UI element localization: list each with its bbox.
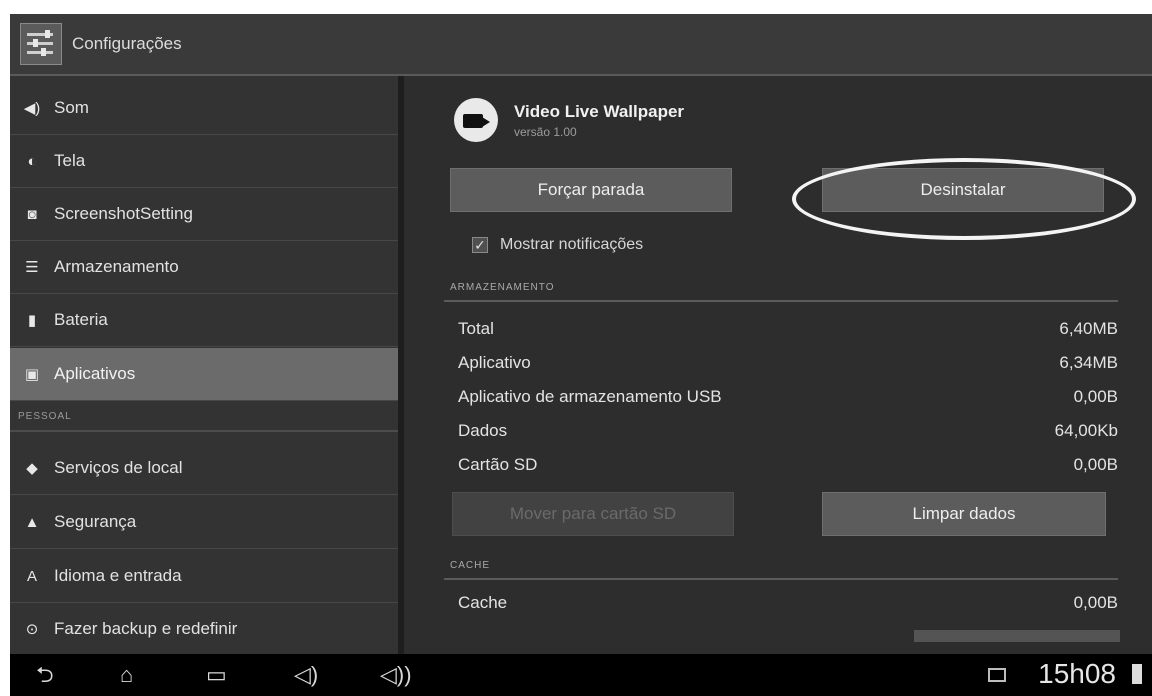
sidebar-item-idioma[interactable]: A Idioma e entrada (10, 550, 398, 603)
storage-row-usb: Aplicativo de armazenamento USB 0,00B (458, 380, 1118, 414)
location-icon: ◆ (26, 460, 38, 477)
speaker-icon: ◀) (23, 100, 41, 117)
sidebar-item-label: Idioma e entrada (54, 566, 182, 585)
force-stop-button[interactable]: Forçar parada (450, 168, 732, 212)
notifications-checkbox[interactable]: ✓ (472, 237, 488, 253)
lock-icon: ▲ (24, 513, 40, 531)
row-label: Aplicativo de armazenamento USB (458, 387, 722, 406)
settings-window: Configurações ◀) Som ◐ Tela ◙ Screenshot… (10, 14, 1152, 696)
sidebar-item-aplicativos[interactable]: ▣ Aplicativos (10, 348, 398, 401)
sidebar-item-label: Armazenamento (54, 257, 179, 276)
recent-apps-icon[interactable]: ▭ (206, 662, 227, 688)
sidebar-item-label: Bateria (54, 310, 108, 329)
storage-icon: ☰ (25, 259, 39, 276)
battery-icon: ▮ (27, 312, 37, 329)
row-label: Dados (458, 421, 508, 440)
sidebar-item-label: Tela (54, 151, 86, 170)
app-info-pane: Video Live Wallpaper versão 1.00 Forçar … (404, 76, 1152, 654)
sidebar-item-seguranca[interactable]: ▲ Segurança (10, 496, 398, 549)
brightness-icon: ◐ (27, 152, 37, 170)
row-label: Aplicativo (458, 353, 531, 372)
row-value: 6,40MB (1059, 319, 1118, 338)
volume-up-icon[interactable]: ◁)) (380, 662, 412, 688)
sidebar-item-armazenamento[interactable]: ☰ Armazenamento (10, 241, 398, 294)
show-notifications-row[interactable]: ✓ Mostrar notificações (472, 236, 643, 254)
sidebar-item-servicos-local[interactable]: ◆ Serviços de local (10, 442, 398, 495)
action-bar: Configurações (10, 14, 1152, 76)
status-clock: 15h08 (1038, 658, 1116, 689)
gallery-icon (988, 668, 1006, 682)
cache-row: Cache 0,00B (458, 586, 1118, 620)
move-to-sd-button[interactable]: Mover para cartão SD (452, 492, 734, 536)
row-label: Total (458, 319, 494, 338)
cache-divider (444, 578, 1118, 580)
sidebar-item-label: Som (54, 98, 89, 117)
apps-icon: ▣ (24, 366, 40, 383)
app-name: Video Live Wallpaper (514, 101, 685, 121)
sidebar-item-label: Fazer backup e redefinir (54, 619, 238, 638)
sidebar-item-label: ScreenshotSetting (54, 204, 193, 223)
settings-sidebar: ◀) Som ◐ Tela ◙ ScreenshotSetting ☰ Arma… (10, 76, 404, 656)
home-icon[interactable]: ⌂ (120, 662, 133, 688)
sidebar-item-label: Serviços de local (54, 458, 183, 477)
cache-section-label: CACHE (450, 560, 491, 571)
settings-icon[interactable] (20, 23, 62, 65)
clear-cache-button[interactable] (914, 630, 1120, 642)
storage-row-app: Aplicativo 6,34MB (458, 346, 1118, 380)
sidebar-item-tela[interactable]: ◐ Tela (10, 135, 398, 188)
sidebar-item-backup[interactable]: ⊙ Fazer backup e redefinir (10, 603, 398, 656)
row-value: 0,00B (1073, 455, 1118, 474)
storage-row-data: Dados 64,00Kb (458, 414, 1118, 448)
row-value: 0,00B (1073, 387, 1118, 406)
storage-row-total: Total 6,40MB (458, 312, 1118, 346)
sidebar-item-bateria[interactable]: ▮ Bateria (10, 294, 398, 347)
volume-down-icon[interactable]: ◁) (294, 662, 318, 688)
storage-row-sdcard: Cartão SD 0,00B (458, 448, 1118, 482)
row-value: 64,00Kb (1054, 421, 1118, 440)
app-version: versão 1.00 (514, 124, 577, 139)
row-label: Cache (458, 593, 508, 612)
sidebar-item-screenshot[interactable]: ◙ ScreenshotSetting (10, 188, 398, 241)
storage-divider (444, 300, 1118, 302)
notifications-label: Mostrar notificações (500, 236, 644, 253)
row-value: 0,00B (1073, 593, 1118, 612)
camera-icon: ◙ (27, 205, 37, 223)
backup-icon: ⊙ (25, 621, 39, 638)
battery-status-icon (1132, 664, 1142, 684)
video-camera-icon (454, 98, 498, 142)
page-title: Configurações (72, 34, 182, 53)
sidebar-item-label: Segurança (54, 512, 137, 531)
sidebar-item-som[interactable]: ◀) Som (10, 82, 398, 135)
sidebar-item-label: Aplicativos (54, 364, 136, 383)
row-value: 6,34MB (1059, 353, 1118, 372)
uninstall-button[interactable]: Desinstalar (822, 168, 1104, 212)
app-header: Video Live Wallpaper versão 1.00 (454, 98, 684, 142)
system-navigation-bar: ⮌ ⌂ ▭ ◁) ◁)) 15h08 (10, 654, 1152, 696)
clear-data-button[interactable]: Limpar dados (822, 492, 1106, 536)
storage-section-label: ARMAZENAMENTO (450, 282, 555, 293)
sidebar-section-personal: PESSOAL (10, 402, 398, 432)
keyboard-icon: A (26, 567, 37, 585)
back-icon[interactable]: ⮌ (36, 662, 54, 688)
row-label: Cartão SD (458, 455, 538, 474)
